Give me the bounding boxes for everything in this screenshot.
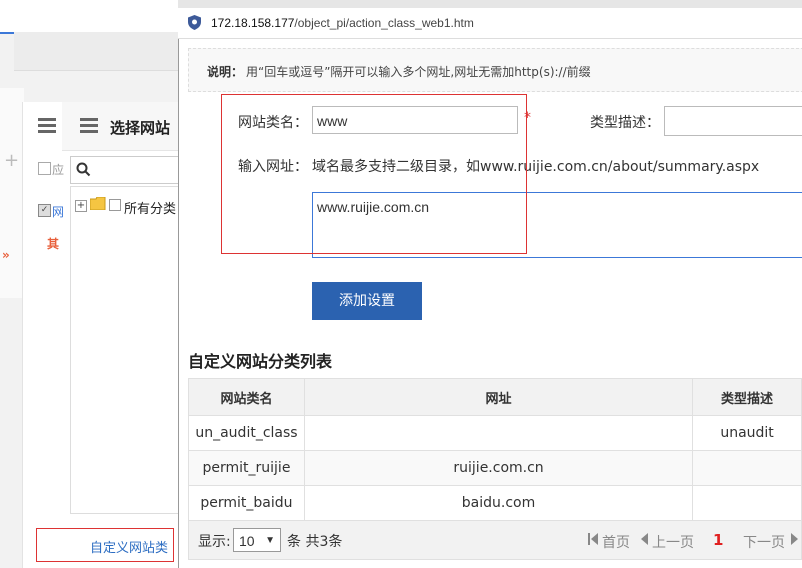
popup-titlebar bbox=[178, 0, 802, 8]
next-page-link[interactable]: 下一页 bbox=[743, 532, 785, 552]
table-cell: baidu.com bbox=[303, 485, 694, 521]
table-cell bbox=[692, 450, 802, 486]
table-row[interactable]: un_audit_class unaudit bbox=[188, 415, 802, 451]
next-page-icon bbox=[791, 533, 798, 545]
expand-icon[interactable]: + bbox=[75, 200, 87, 212]
type-desc-input[interactable] bbox=[664, 106, 802, 136]
page-size-value: 10 bbox=[239, 533, 255, 549]
url-path: /object_pi/action_class_web1.htm bbox=[294, 16, 474, 30]
table-cell bbox=[303, 415, 694, 451]
background-header bbox=[0, 0, 180, 32]
list-title: 自定义网站分类列表 bbox=[188, 352, 333, 371]
site-tree bbox=[70, 186, 182, 514]
double-chevron-icon: » bbox=[2, 248, 10, 262]
site-class-table: 网站类名 网址 类型描述 un_audit_class unaudit perm… bbox=[188, 378, 802, 521]
background-toolbar bbox=[14, 32, 180, 71]
notice-label: 说明： bbox=[207, 65, 244, 79]
side-label: 网 bbox=[52, 205, 65, 219]
table-row[interactable]: permit_baidu baidu.com bbox=[188, 485, 802, 521]
prev-page-icon bbox=[641, 533, 648, 545]
type-desc-label: 类型描述： bbox=[590, 115, 660, 131]
first-page-link[interactable]: 首页 bbox=[602, 532, 630, 552]
url-text: 172.18.158.177/object_pi/action_class_we… bbox=[211, 16, 474, 30]
caret-down-icon: ▼ bbox=[265, 535, 275, 546]
table-cell bbox=[692, 485, 802, 521]
menu-icon bbox=[38, 118, 56, 133]
notice-text: 用“回车或逗号”隔开可以输入多个网址,网址无需加http(s)://前缀 bbox=[246, 65, 591, 79]
record-count: 条 共3条 bbox=[287, 534, 343, 550]
background-side-strip bbox=[0, 88, 24, 298]
column-header[interactable]: 网址 bbox=[303, 378, 694, 416]
background-tab-indicator bbox=[0, 32, 14, 34]
shield-icon bbox=[188, 15, 201, 30]
folder-icon bbox=[90, 197, 106, 210]
current-page[interactable]: 1 bbox=[713, 531, 723, 549]
checked-checkbox[interactable]: ✓ bbox=[38, 204, 51, 217]
column-header[interactable]: 类型描述 bbox=[692, 378, 802, 416]
custom-site-class-link[interactable]: 自定义网站类 bbox=[90, 537, 168, 556]
site-search-input[interactable] bbox=[70, 156, 182, 184]
tree-root-label: 所有分类 bbox=[124, 202, 177, 217]
first-page-icon bbox=[588, 533, 598, 545]
plus-icon: + bbox=[4, 150, 20, 171]
side-label: 应 bbox=[52, 163, 65, 177]
menu-icon[interactable] bbox=[80, 118, 98, 133]
page-size-select[interactable]: 10 ▼ bbox=[233, 528, 281, 552]
checkbox[interactable] bbox=[38, 162, 51, 175]
table-cell: ruijie.com.cn bbox=[303, 450, 694, 486]
table-cell: permit_baidu bbox=[188, 485, 305, 521]
tree-checkbox[interactable] bbox=[109, 199, 121, 211]
column-header[interactable]: 网站类名 bbox=[188, 378, 305, 416]
table-cell: unaudit bbox=[692, 415, 802, 451]
table-cell: permit_ruijie bbox=[188, 450, 305, 486]
side-label: 其 bbox=[47, 237, 60, 251]
table-cell: un_audit_class bbox=[188, 415, 305, 451]
highlight-box bbox=[221, 94, 527, 254]
search-icon bbox=[76, 162, 91, 177]
add-setting-button[interactable]: 添加设置 bbox=[312, 282, 422, 320]
select-site-title: 选择网站 bbox=[110, 119, 171, 137]
prev-page-link[interactable]: 上一页 bbox=[652, 532, 694, 552]
url-host: 172.18.158.177 bbox=[211, 16, 295, 30]
table-row[interactable]: permit_ruijie ruijie.com.cn bbox=[188, 450, 802, 486]
page-size-label: 显示: bbox=[198, 534, 231, 550]
table-header-row: 网站类名 网址 类型描述 bbox=[188, 378, 802, 416]
